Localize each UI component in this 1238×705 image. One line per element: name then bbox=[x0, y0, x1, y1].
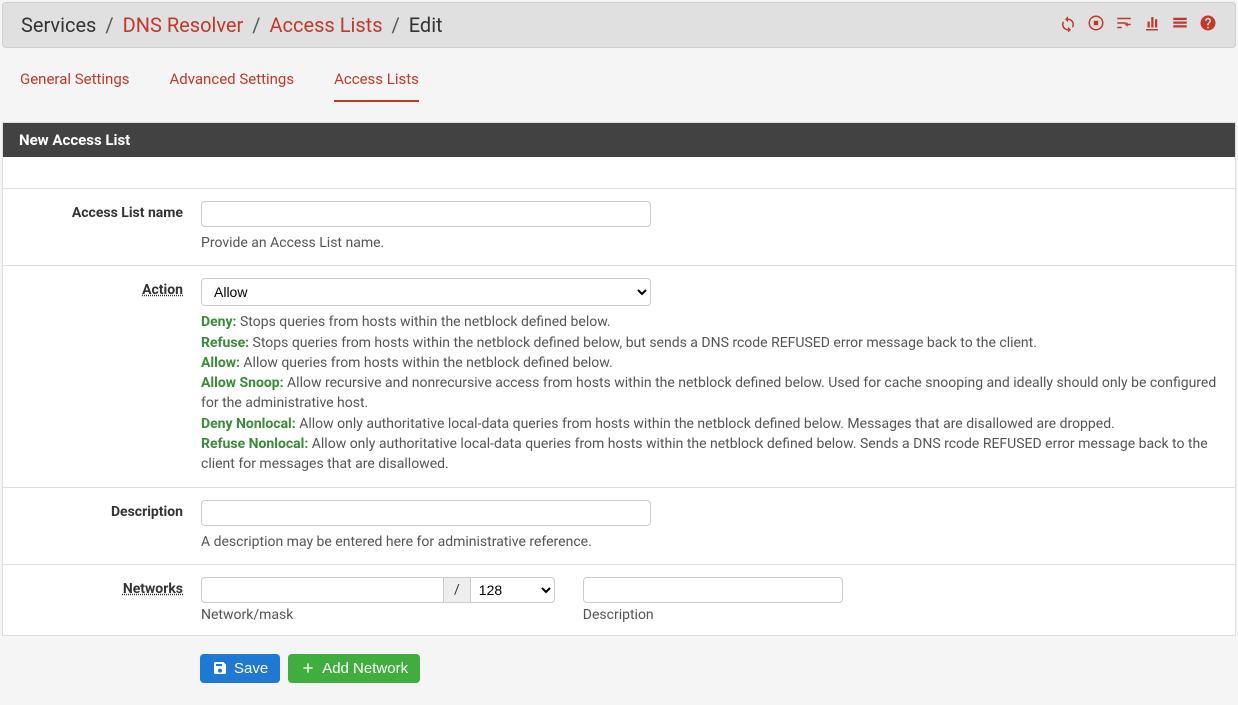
tab-advanced-settings[interactable]: Advanced Settings bbox=[170, 70, 295, 102]
mask-select[interactable]: 128 bbox=[470, 577, 555, 603]
kw-allow: Allow: bbox=[201, 355, 240, 371]
label-access-list-name: Access List name bbox=[21, 201, 201, 253]
breadcrumb-root: Services bbox=[21, 13, 96, 37]
kw-refuse: Refuse: bbox=[201, 335, 249, 351]
label-networks: Networks bbox=[21, 577, 201, 623]
breadcrumb-access-lists[interactable]: Access Lists bbox=[270, 13, 383, 37]
breadcrumb-dns-resolver[interactable]: DNS Resolver bbox=[123, 13, 244, 37]
sublabel-network-description: Description bbox=[583, 607, 843, 623]
add-network-button[interactable]: Add Network bbox=[288, 654, 420, 683]
network-description-input[interactable] bbox=[583, 577, 843, 603]
log-icon[interactable] bbox=[1171, 14, 1189, 36]
help-description: A description may be entered here for ad… bbox=[201, 532, 1217, 552]
tab-bar: General Settings Advanced Settings Acces… bbox=[0, 50, 1238, 102]
refresh-icon[interactable] bbox=[1059, 14, 1077, 36]
breadcrumb-separator: / bbox=[101, 13, 117, 37]
label-action: Action bbox=[21, 278, 201, 474]
save-icon bbox=[212, 660, 228, 676]
access-list-name-input[interactable] bbox=[201, 201, 651, 227]
mask-separator: / bbox=[444, 577, 470, 603]
kw-deny-nonlocal: Deny Nonlocal: bbox=[201, 416, 296, 432]
breadcrumb: Services / DNS Resolver / Access Lists /… bbox=[21, 13, 443, 37]
access-list-panel: New Access List Access List name Provide… bbox=[2, 122, 1236, 636]
plus-icon bbox=[300, 660, 316, 676]
breadcrumb-separator: / bbox=[388, 13, 404, 37]
stop-circle-icon[interactable] bbox=[1087, 14, 1105, 36]
action-select[interactable]: Allow bbox=[201, 278, 651, 306]
sublabel-network-mask: Network/mask bbox=[201, 607, 555, 623]
chart-icon[interactable] bbox=[1143, 14, 1161, 36]
save-button-label: Save bbox=[234, 660, 268, 677]
tab-general-settings[interactable]: General Settings bbox=[20, 70, 130, 102]
description-input[interactable] bbox=[201, 500, 651, 526]
network-input-group: / 128 bbox=[201, 577, 555, 603]
breadcrumb-separator: / bbox=[248, 13, 264, 37]
button-row: Save Add Network bbox=[0, 638, 1238, 699]
panel-title: New Access List bbox=[3, 123, 1235, 157]
kw-allow-snoop: Allow Snoop: bbox=[201, 375, 284, 391]
save-button[interactable]: Save bbox=[200, 654, 280, 683]
row-access-list-name: Access List name Provide an Access List … bbox=[3, 189, 1235, 266]
breadcrumb-current: Edit bbox=[409, 13, 443, 37]
panel-spacer bbox=[3, 157, 1235, 189]
kw-refuse-nonlocal: Refuse Nonlocal: bbox=[201, 436, 308, 452]
label-description: Description bbox=[21, 500, 201, 552]
row-networks: Networks / 128 Network/mask bbox=[3, 565, 1235, 635]
help-icon[interactable] bbox=[1199, 14, 1217, 36]
kw-deny: Deny: bbox=[201, 314, 237, 330]
header-action-icons bbox=[1059, 14, 1217, 36]
help-access-list-name: Provide an Access List name. bbox=[201, 233, 1217, 253]
row-description: Description A description may be entered… bbox=[3, 488, 1235, 565]
add-network-button-label: Add Network bbox=[322, 660, 408, 677]
network-input[interactable] bbox=[201, 577, 444, 603]
help-action: Deny: Stops queries from hosts within th… bbox=[201, 312, 1217, 474]
sliders-icon[interactable] bbox=[1115, 14, 1133, 36]
tab-access-lists[interactable]: Access Lists bbox=[334, 70, 419, 102]
row-action: Action Allow Deny: Stops queries from ho… bbox=[3, 266, 1235, 487]
page-header: Services / DNS Resolver / Access Lists /… bbox=[2, 2, 1236, 48]
